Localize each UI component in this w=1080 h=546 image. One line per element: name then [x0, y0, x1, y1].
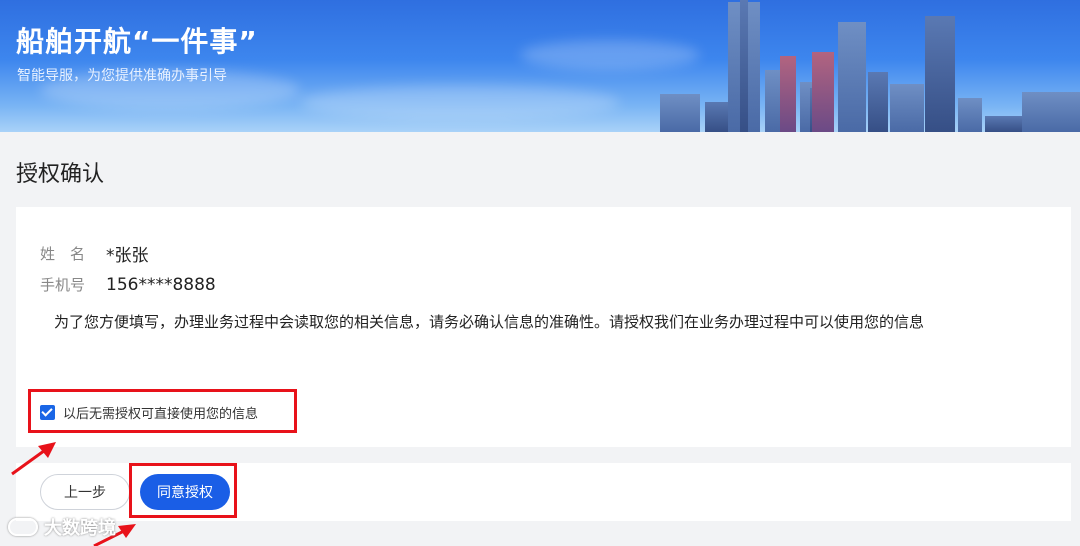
button-highlight-box — [129, 463, 237, 518]
red-arrow-icon — [11, 442, 56, 476]
prev-step-button[interactable]: 上一步 — [40, 474, 130, 510]
phone-row: 手机号 156****8888 — [40, 274, 216, 295]
watermark-logo-icon — [8, 518, 38, 536]
header-banner: 船舶开航“一件事” 智能导服，为您提供准确办事引导 — [0, 0, 1080, 132]
checkbox-highlight-box — [28, 389, 297, 433]
banner-subtitle: 智能导服，为您提供准确办事引导 — [17, 68, 227, 84]
watermark-text: 大数跨境 — [44, 518, 116, 539]
city-skyline-image — [640, 0, 1080, 132]
phone-label: 手机号 — [40, 276, 86, 294]
watermark: 大数跨境 — [8, 514, 116, 540]
authorization-notice: 为了您方便填写，办理业务过程中会读取您的相关信息，请务必确认信息的准确性。请授权… — [54, 313, 925, 331]
name-label: 姓 名 — [40, 245, 86, 263]
banner-cloud — [300, 85, 620, 120]
phone-value: 156****8888 — [106, 274, 216, 295]
banner-title: 船舶开航“一件事” — [16, 25, 258, 58]
name-value: *张张 — [106, 246, 149, 266]
name-row: 姓 名 *张张 — [40, 241, 149, 266]
page-title: 授权确认 — [16, 162, 105, 187]
